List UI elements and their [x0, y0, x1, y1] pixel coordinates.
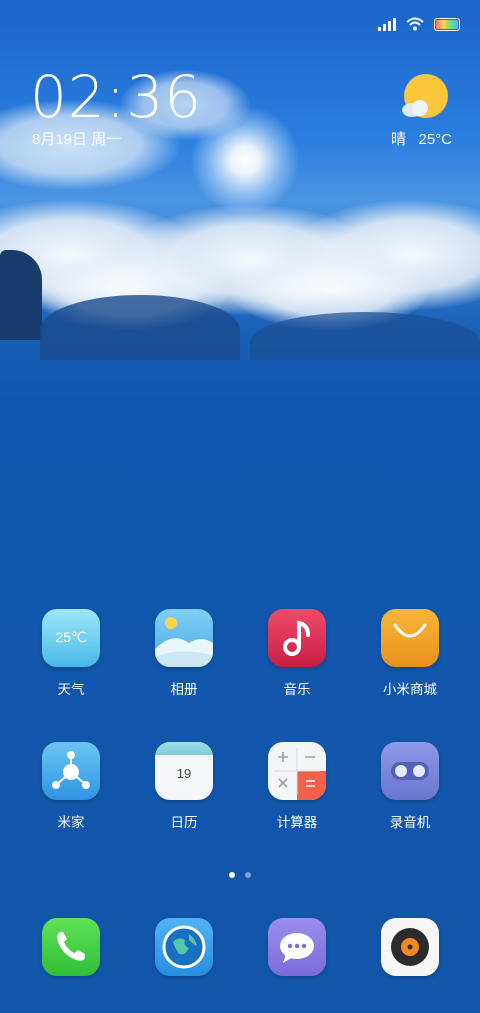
- weather-app-icon: 25℃: [42, 609, 100, 667]
- mi-store-app-icon: [381, 609, 439, 667]
- mi-home-app-icon: [42, 742, 100, 800]
- app-calculator[interactable]: 计算器: [247, 742, 347, 831]
- app-music[interactable]: 音乐: [247, 609, 347, 698]
- app-label: 日历: [170, 815, 198, 830]
- calculator-app-icon: [268, 742, 326, 800]
- clock-date[interactable]: 8月19日 周一: [32, 128, 121, 149]
- status-bar: [378, 14, 460, 34]
- dock-music-player[interactable]: [360, 918, 460, 976]
- wallpaper-sky: [0, 0, 480, 360]
- page-dot[interactable]: [245, 872, 251, 878]
- clock-time[interactable]: 02:36: [30, 62, 202, 132]
- app-label: 相册: [170, 682, 198, 697]
- dock-phone[interactable]: [21, 918, 121, 976]
- calendar-app-icon: 19: [155, 742, 213, 800]
- app-gallery[interactable]: 相册: [134, 609, 234, 698]
- battery-icon: [434, 17, 460, 31]
- music-app-icon: [268, 609, 326, 667]
- app-weather[interactable]: 25℃ 天气: [21, 609, 121, 698]
- phone-app-icon: [42, 918, 100, 976]
- messages-app-icon: [268, 918, 326, 976]
- app-mi-home[interactable]: 米家: [21, 742, 121, 831]
- app-label: 计算器: [276, 815, 318, 830]
- weather-temperature: 25°C: [418, 131, 452, 148]
- app-calendar[interactable]: 19 日历: [134, 742, 234, 831]
- music-player-app-icon: [381, 918, 439, 976]
- browser-app-icon: [155, 918, 213, 976]
- app-recorder[interactable]: 录音机: [360, 742, 460, 831]
- weather-condition: 晴: [390, 131, 406, 148]
- signal-icon: [378, 17, 396, 31]
- app-mi-store[interactable]: 小米商城: [360, 609, 460, 698]
- app-label: 小米商城: [383, 682, 437, 697]
- recorder-app-icon: [381, 742, 439, 800]
- wifi-icon: [406, 17, 424, 31]
- app-label: 录音机: [389, 815, 431, 830]
- dock-browser[interactable]: [134, 918, 234, 976]
- dock-messages[interactable]: [247, 918, 347, 976]
- page-indicator[interactable]: [0, 872, 480, 878]
- sunny-cloud-icon: [402, 74, 448, 118]
- app-label: 音乐: [283, 682, 311, 697]
- gallery-app-icon: [155, 609, 213, 667]
- app-label: 米家: [57, 815, 85, 830]
- app-label: 天气: [57, 682, 85, 697]
- page-dot-active[interactable]: [229, 872, 235, 878]
